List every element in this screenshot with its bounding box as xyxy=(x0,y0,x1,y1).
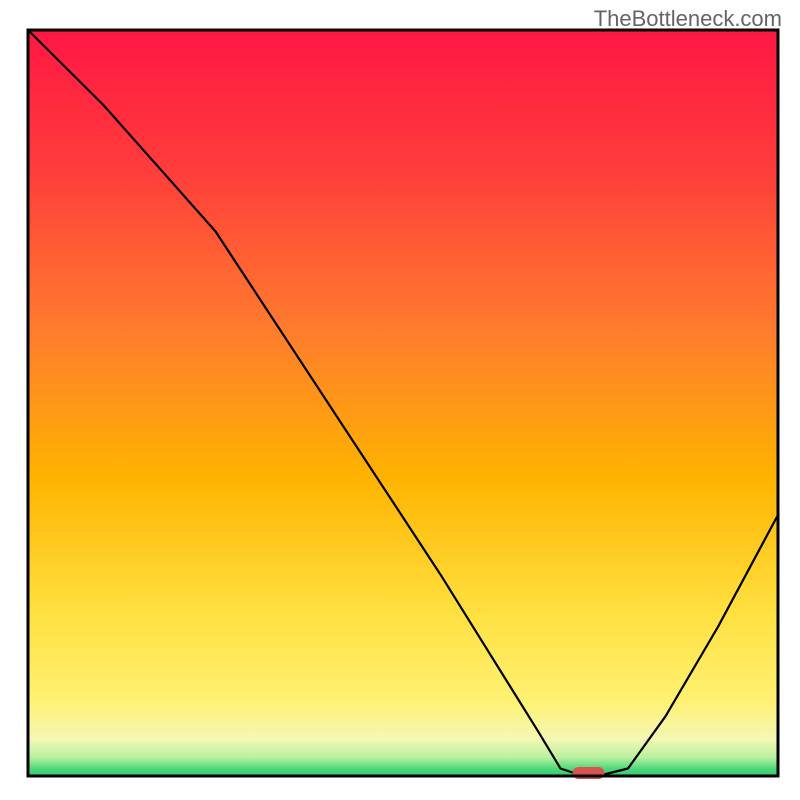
watermark-text: TheBottleneck.com xyxy=(594,6,782,32)
bottleneck-chart: TheBottleneck.com xyxy=(0,0,800,800)
chart-svg xyxy=(0,0,800,800)
